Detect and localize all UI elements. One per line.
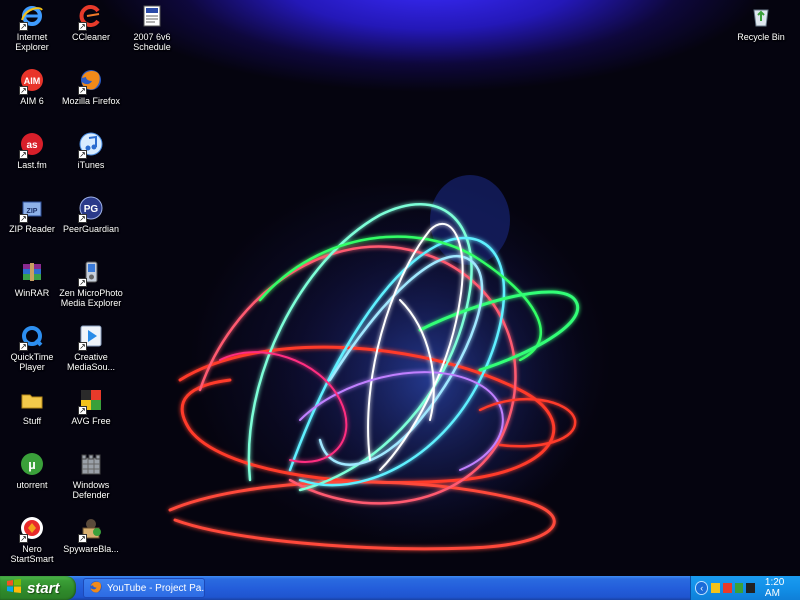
desktop-icon-zip-reader[interactable]: ZIP ↗ ZIP Reader bbox=[0, 195, 64, 234]
taskbar-button-youtube[interactable]: YouTube - Project Pa... bbox=[83, 578, 205, 598]
desktop[interactable]: ↗ Internet Explorer AIM ↗ AIM 6 as ↗ Last… bbox=[0, 0, 800, 576]
peerguardian-icon: PG ↗ bbox=[78, 195, 104, 223]
show-hidden-icons-chevron-icon[interactable]: ‹ bbox=[695, 581, 709, 595]
taskbar: start YouTube - Project Pa... ‹ 1:20 AM bbox=[0, 576, 800, 600]
desktop-icon-firefox[interactable]: ↗ Mozilla Firefox bbox=[59, 67, 123, 106]
desktop-icon-creative-mediasource[interactable]: ↗ Creative MediaSou... bbox=[59, 323, 123, 372]
clock[interactable]: 1:20 AM bbox=[765, 577, 800, 599]
desktop-icon-lastfm[interactable]: as ↗ Last.fm bbox=[0, 131, 64, 170]
shortcut-arrow-icon: ↗ bbox=[78, 278, 87, 287]
desktop-icon-peerguardian[interactable]: PG ↗ PeerGuardian bbox=[59, 195, 123, 234]
creative-mediasource-icon: ↗ bbox=[78, 323, 104, 351]
desktop-icon-winrar[interactable]: WinRAR bbox=[0, 259, 64, 298]
utorrent-icon: µ bbox=[19, 451, 45, 477]
firefox-icon: ↗ bbox=[78, 67, 104, 95]
desktop-icon-recycle-bin[interactable]: Recycle Bin bbox=[729, 3, 793, 42]
shortcut-arrow-icon: ↗ bbox=[78, 534, 87, 543]
shortcut-arrow-icon: ↗ bbox=[78, 406, 87, 415]
recycle-bin-icon bbox=[748, 3, 774, 29]
ccleaner-icon: ↗ bbox=[78, 3, 104, 31]
winrar-icon bbox=[19, 259, 45, 285]
tray-monitor-icon[interactable] bbox=[746, 583, 755, 593]
lastfm-icon: as ↗ bbox=[19, 131, 45, 159]
shortcut-arrow-icon: ↗ bbox=[78, 342, 87, 351]
desktop-icon-windows-defender[interactable]: Windows Defender bbox=[59, 451, 123, 500]
windows-defender-icon bbox=[78, 451, 104, 477]
spywareblaster-icon: ↗ bbox=[78, 515, 104, 543]
desktop-icon-zen-media-explorer[interactable]: ↗ Zen MicroPhoto Media Explorer bbox=[59, 259, 123, 308]
folder-icon bbox=[19, 387, 45, 413]
start-label: start bbox=[27, 579, 60, 597]
tray-shield-icon[interactable] bbox=[723, 583, 732, 593]
windows-flag-icon bbox=[6, 578, 22, 598]
desktop-icon-quicktime[interactable]: ↗ QuickTime Player bbox=[0, 323, 64, 372]
desktop-icon-stuff-folder[interactable]: Stuff bbox=[0, 387, 64, 426]
svg-text:µ: µ bbox=[28, 457, 36, 472]
desktop-icon-spywareblaster[interactable]: ↗ SpywareBla... bbox=[59, 515, 123, 554]
desktop-icon-2007-6v6-schedule[interactable]: 2007 6v6 Schedule bbox=[120, 3, 184, 52]
svg-text:ZIP: ZIP bbox=[27, 208, 38, 215]
desktop-icon-aim[interactable]: AIM ↗ AIM 6 bbox=[0, 67, 64, 106]
svg-text:AIM: AIM bbox=[24, 76, 41, 86]
shortcut-arrow-icon: ↗ bbox=[78, 86, 87, 95]
desktop-icon-internet-explorer[interactable]: ↗ Internet Explorer bbox=[0, 3, 64, 52]
desktop-icon-nero[interactable]: ↗ Nero StartSmart bbox=[0, 515, 64, 564]
shortcut-arrow-icon: ↗ bbox=[19, 86, 28, 95]
document-icon bbox=[139, 3, 165, 29]
firefox-icon bbox=[89, 580, 103, 597]
avg-icon: ↗ bbox=[78, 387, 104, 415]
desktop-icon-avg[interactable]: ↗ AVG Free bbox=[59, 387, 123, 426]
shortcut-arrow-icon: ↗ bbox=[78, 214, 87, 223]
nero-icon: ↗ bbox=[19, 515, 45, 543]
shortcut-arrow-icon: ↗ bbox=[19, 342, 28, 351]
system-tray: ‹ 1:20 AM bbox=[690, 576, 800, 600]
internet-explorer-icon: ↗ bbox=[19, 3, 45, 31]
desktop-icon-itunes[interactable]: ↗ iTunes bbox=[59, 131, 123, 170]
tray-app-icon[interactable] bbox=[734, 583, 744, 593]
svg-text:as: as bbox=[26, 140, 38, 151]
quicktime-icon: ↗ bbox=[19, 323, 45, 351]
desktop-icon-ccleaner[interactable]: ↗ CCleaner bbox=[59, 3, 123, 42]
start-button[interactable]: start bbox=[0, 576, 76, 600]
aim-icon: AIM ↗ bbox=[19, 67, 45, 95]
shortcut-arrow-icon: ↗ bbox=[19, 150, 28, 159]
zen-media-explorer-icon: ↗ bbox=[78, 259, 104, 287]
itunes-icon: ↗ bbox=[78, 131, 104, 159]
zip-reader-icon: ZIP ↗ bbox=[19, 195, 45, 223]
shortcut-arrow-icon: ↗ bbox=[19, 22, 28, 31]
desktop-icon-utorrent[interactable]: µ utorrent bbox=[0, 451, 64, 490]
tray-network-icon[interactable] bbox=[711, 583, 721, 593]
shortcut-arrow-icon: ↗ bbox=[19, 534, 28, 543]
shortcut-arrow-icon: ↗ bbox=[19, 214, 28, 223]
shortcut-arrow-icon: ↗ bbox=[78, 22, 87, 31]
taskbar-button-label: YouTube - Project Pa... bbox=[107, 582, 204, 594]
shortcut-arrow-icon: ↗ bbox=[78, 150, 87, 159]
